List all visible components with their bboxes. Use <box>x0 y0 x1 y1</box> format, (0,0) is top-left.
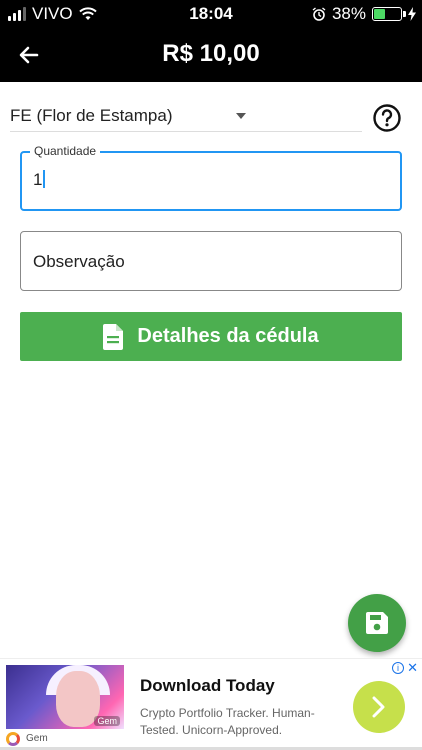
type-select[interactable]: FE (Flor de Estampa) <box>10 100 362 132</box>
details-button-label: Detalhes da cédula <box>137 325 319 347</box>
type-select-value: FE (Flor de Estampa) <box>10 106 173 125</box>
app-bar: R$ 10,00 <box>0 28 422 82</box>
observation-field[interactable]: Observação <box>20 231 402 291</box>
chevron-down-icon <box>236 113 246 119</box>
ad-info-icon[interactable]: i <box>392 662 404 674</box>
ad-image[interactable]: Gem <box>6 665 124 729</box>
save-button[interactable] <box>348 594 406 652</box>
battery-percent: 38% <box>331 4 366 23</box>
quantity-label: Quantidade <box>30 144 101 158</box>
help-circle-icon[interactable] <box>372 103 402 133</box>
ad-advertiser: Gem <box>26 733 48 744</box>
battery-level <box>374 9 385 19</box>
quantity-value: 1 <box>33 170 43 189</box>
ad-image-brand: Gem <box>94 716 120 726</box>
ad-cta-button[interactable] <box>353 681 405 733</box>
ad-image-face <box>56 671 100 727</box>
document-icon <box>103 323 124 350</box>
status-right: 38% <box>312 4 416 24</box>
ad-banner[interactable]: Gem Gem Download Today Crypto Portfolio … <box>0 658 422 750</box>
ad-headline[interactable]: Download Today <box>140 676 275 696</box>
save-icon <box>366 612 388 634</box>
page-title: R$ 10,00 <box>162 40 260 67</box>
observation-placeholder: Observação <box>33 252 125 271</box>
alarm-icon <box>312 7 326 21</box>
chevron-right-icon <box>372 696 385 718</box>
gem-logo-icon <box>6 732 20 746</box>
battery-icon <box>372 7 406 21</box>
ad-close-icon[interactable]: ✕ <box>407 660 418 676</box>
status-bar: VIVO 18:04 38% <box>0 0 422 28</box>
quantity-field[interactable]: Quantidade 1 <box>20 144 402 211</box>
charging-bolt-icon <box>408 7 416 21</box>
text-cursor <box>43 170 46 188</box>
quantity-input[interactable]: 1 <box>33 170 46 190</box>
details-button[interactable]: Detalhes da cédula <box>20 312 402 361</box>
ad-body: Crypto Portfolio Tracker. Human-Tested. … <box>140 706 315 737</box>
